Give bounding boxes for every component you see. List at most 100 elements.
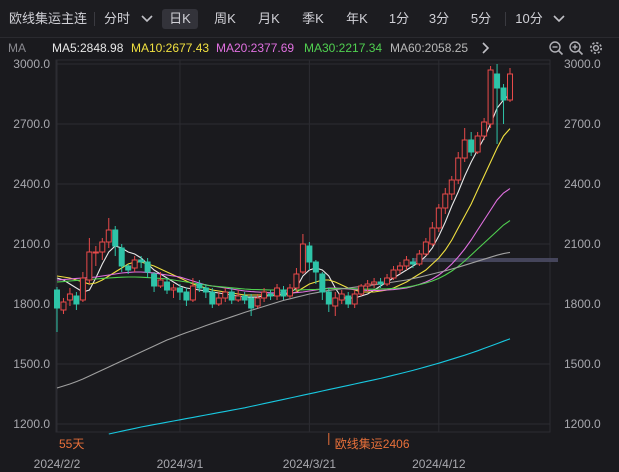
candle — [487, 66, 494, 128]
candle-body — [403, 259, 410, 267]
candle-body — [125, 265, 132, 271]
candle — [507, 68, 513, 102]
chevron-down-icon[interactable] — [552, 13, 566, 25]
candle-body — [481, 121, 488, 137]
candle — [293, 268, 300, 292]
candle — [241, 292, 248, 304]
zoom-in-icon[interactable] — [568, 40, 584, 56]
ma-indicator-label[interactable]: MA — [8, 41, 26, 55]
candle-body — [274, 287, 281, 297]
candle — [228, 288, 235, 304]
candle — [144, 258, 151, 278]
candle-body — [306, 245, 313, 263]
x-tick-label: 2024/3/1 — [157, 457, 204, 471]
kline-chart[interactable]: 3000.0 2700.0 2400.0 2100.0 1800.0 1500.0 1200… — [0, 58, 619, 472]
candle-body — [183, 291, 190, 301]
tab-quarterly-k[interactable]: 季K — [296, 9, 330, 29]
candle — [390, 266, 397, 280]
chevron-right-icon[interactable] — [477, 40, 493, 56]
zoom-out-icon[interactable] — [548, 40, 564, 56]
ma20-value: MA20:2377.69 — [216, 41, 295, 55]
candle-body — [293, 273, 300, 289]
candle-body — [448, 179, 455, 195]
candle-body — [241, 295, 248, 301]
tab-daily-k[interactable]: 日K — [162, 9, 198, 29]
y-tick-label-left: 1200.0 — [13, 417, 50, 431]
x-tick-label: 2024/3/21 — [283, 457, 337, 471]
toolbar-divider — [505, 12, 506, 26]
contract-selector[interactable]: 欧线集运主连 — [8, 9, 88, 29]
candle — [60, 298, 67, 314]
candle-body — [196, 283, 203, 289]
candle — [73, 292, 80, 310]
candle — [396, 262, 403, 274]
candle — [384, 274, 391, 286]
candle — [267, 290, 274, 300]
tab-weekly-k[interactable]: 周K — [208, 9, 242, 29]
candle-body — [86, 251, 93, 281]
candle — [416, 250, 423, 266]
candle-body — [54, 289, 60, 309]
y-tick-label-left: 3000.0 — [13, 58, 50, 71]
candle-body — [235, 295, 242, 301]
ma30-line — [56, 220, 511, 291]
ma10-value: MA10:2677.43 — [131, 41, 210, 55]
gear-icon[interactable] — [588, 40, 604, 56]
ma5-value: MA5:2848.98 — [52, 41, 124, 55]
candle — [99, 238, 106, 260]
candle — [222, 288, 229, 302]
candle-body — [422, 241, 429, 255]
candle — [202, 284, 209, 298]
contract-switch-label: 欧线集运2406 — [335, 436, 410, 451]
candle-body — [131, 259, 138, 269]
candle-body — [351, 293, 358, 305]
x-axis: 2024/2/2 2024/3/1 2024/3/21 2024/4/12 — [34, 457, 466, 471]
candle — [461, 128, 468, 162]
candle — [403, 256, 410, 270]
ma60-value: MA60:2058.25 — [390, 41, 469, 55]
y-tick-label-left: 1500.0 — [13, 357, 50, 371]
candle-body — [286, 287, 293, 297]
tab-10min[interactable]: 10分 — [512, 9, 546, 29]
tab-monthly-k[interactable]: 月K — [252, 9, 286, 29]
candle-body — [280, 289, 287, 297]
candle-body — [371, 281, 378, 285]
y-axis-left: 3000.0 2700.0 2400.0 2100.0 1800.0 1500.0 1200… — [13, 58, 50, 431]
tab-3min[interactable]: 3分 — [424, 9, 454, 29]
y-tick-label-right: 1200.0 — [564, 417, 601, 431]
candle-body — [396, 265, 403, 271]
candle — [455, 152, 462, 184]
candle — [112, 226, 119, 256]
candle-body — [170, 287, 177, 291]
candle-body — [474, 135, 481, 153]
candle — [131, 256, 138, 272]
candle-body — [118, 247, 125, 267]
candle-body — [92, 251, 99, 254]
candle-body — [176, 287, 183, 293]
candle — [345, 292, 352, 308]
candle — [429, 222, 436, 246]
y-tick-label-left: 2100.0 — [13, 237, 50, 251]
candle — [435, 204, 442, 232]
candle — [422, 238, 429, 256]
chevron-down-icon[interactable] — [140, 13, 154, 25]
tab-1min[interactable]: 1分 — [384, 9, 414, 29]
tab-yearly-k[interactable]: 年K — [340, 9, 374, 29]
candle — [442, 188, 449, 214]
candlestick-series — [54, 64, 513, 332]
candle-body — [248, 297, 255, 309]
candle — [86, 238, 93, 284]
candle-body — [507, 73, 513, 101]
candle-body — [222, 291, 229, 299]
candle — [351, 290, 358, 308]
y-tick-label-left: 1800.0 — [13, 297, 50, 311]
candle — [274, 284, 281, 300]
candle-body — [429, 227, 436, 245]
candle — [54, 287, 60, 332]
candle-body — [73, 295, 80, 305]
candle — [183, 288, 190, 306]
tab-5min[interactable]: 5分 — [466, 9, 496, 29]
candle — [66, 288, 73, 306]
candle-body — [261, 291, 268, 299]
tab-intraday[interactable]: 分时 — [100, 9, 134, 29]
